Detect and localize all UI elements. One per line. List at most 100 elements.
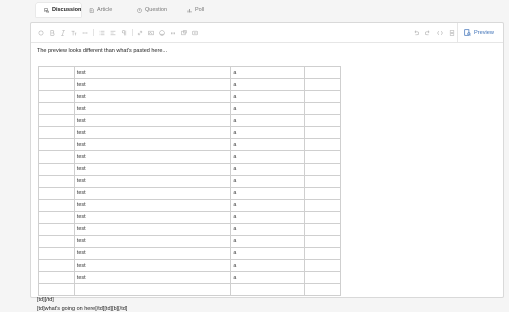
source-code-icon[interactable]: [437, 30, 443, 36]
link-icon[interactable]: [137, 30, 143, 36]
table-cell[interactable]: a: [230, 186, 306, 200]
table-cell[interactable]: [38, 102, 75, 116]
tab-article[interactable]: Article: [81, 3, 129, 17]
table-cell[interactable]: a: [230, 246, 306, 261]
table-cell[interactable]: [38, 174, 75, 188]
table-cell[interactable]: [38, 114, 75, 128]
table-cell[interactable]: [38, 78, 75, 92]
table-cell[interactable]: [38, 234, 75, 248]
table-cell[interactable]: test: [73, 90, 232, 104]
table-cell[interactable]: a: [230, 65, 306, 80]
table-cell[interactable]: a: [230, 234, 306, 248]
undo-icon[interactable]: [413, 30, 419, 36]
table-cell[interactable]: [304, 198, 341, 212]
table-cell[interactable]: [304, 210, 341, 224]
table-cell[interactable]: [304, 126, 341, 140]
table-cell[interactable]: [38, 198, 75, 212]
insert-icon[interactable]: [192, 30, 198, 36]
table-cell[interactable]: [38, 138, 75, 152]
draft-menu-icon[interactable]: [449, 30, 455, 36]
redo-icon[interactable]: [425, 30, 431, 36]
table-cell[interactable]: [304, 234, 341, 248]
table-cell[interactable]: a: [230, 162, 306, 176]
more-text-options-icon[interactable]: [82, 30, 88, 36]
media-icon[interactable]: [181, 29, 187, 36]
table-cell[interactable]: a: [230, 90, 306, 104]
table-cell[interactable]: [230, 283, 306, 297]
bold-icon[interactable]: [49, 29, 55, 36]
table-cell[interactable]: test: [73, 222, 232, 236]
table-cell[interactable]: test: [73, 65, 232, 80]
table-cell[interactable]: [38, 150, 75, 164]
table-cell[interactable]: test: [73, 78, 232, 92]
table-cell[interactable]: a: [230, 210, 306, 224]
table-cell[interactable]: a: [230, 271, 306, 285]
table-cell[interactable]: [304, 174, 341, 188]
table-cell[interactable]: [38, 162, 75, 176]
table-cell[interactable]: a: [230, 198, 306, 212]
table-cell[interactable]: a: [230, 174, 306, 188]
table-cell[interactable]: [38, 258, 75, 273]
table-cell[interactable]: a: [230, 150, 306, 164]
table-cell[interactable]: [38, 65, 75, 80]
image-icon[interactable]: [148, 30, 154, 36]
table-cell[interactable]: [304, 150, 341, 164]
quote-icon[interactable]: [170, 30, 176, 36]
table-cell[interactable]: [304, 186, 341, 200]
table-cell[interactable]: [38, 90, 75, 104]
table-cell[interactable]: test: [73, 186, 232, 200]
table-cell[interactable]: [304, 246, 341, 261]
table-cell[interactable]: [73, 283, 232, 297]
emoji-icon[interactable]: [159, 29, 165, 36]
paragraph-icon[interactable]: [121, 29, 127, 36]
table-cell[interactable]: [304, 102, 341, 116]
table-cell[interactable]: a: [230, 138, 306, 152]
table-cell[interactable]: [304, 258, 341, 273]
table-cell[interactable]: test: [73, 138, 232, 152]
editor-content[interactable]: The preview looks different than what's …: [37, 48, 497, 312]
table-cell[interactable]: a: [230, 222, 306, 236]
table-cell[interactable]: test: [73, 126, 232, 140]
table-cell[interactable]: [304, 138, 341, 152]
table-cell[interactable]: a: [230, 102, 306, 116]
table-cell[interactable]: test: [73, 198, 232, 212]
table-cell[interactable]: [38, 246, 75, 261]
table-cell[interactable]: a: [230, 126, 306, 140]
table-cell[interactable]: a: [230, 114, 306, 128]
table-cell[interactable]: [38, 283, 75, 297]
table-cell[interactable]: [304, 90, 341, 104]
table-cell[interactable]: [38, 186, 75, 200]
table-cell[interactable]: test: [73, 258, 232, 273]
table-cell[interactable]: test: [73, 271, 232, 285]
table-cell[interactable]: a: [230, 258, 306, 273]
preview-button[interactable]: Preview: [457, 23, 503, 43]
table-cell[interactable]: test: [73, 174, 232, 188]
tab-discussion[interactable]: Discussion: [36, 3, 81, 17]
table-cell[interactable]: test: [73, 234, 232, 248]
table-cell[interactable]: [304, 283, 341, 297]
table-cell[interactable]: [304, 162, 341, 176]
table-cell[interactable]: [304, 65, 341, 80]
table-cell[interactable]: [304, 78, 341, 92]
table-cell[interactable]: test: [73, 150, 232, 164]
align-icon[interactable]: [110, 30, 116, 36]
table-cell[interactable]: [304, 271, 341, 285]
table-cell[interactable]: [304, 222, 341, 236]
table-cell[interactable]: test: [73, 114, 232, 128]
table-cell[interactable]: [38, 126, 75, 140]
tab-poll[interactable]: Poll: [179, 3, 219, 17]
clear-formatting-icon[interactable]: [38, 30, 44, 36]
table-cell[interactable]: [38, 271, 75, 285]
italic-icon[interactable]: [60, 29, 66, 36]
text-size-icon[interactable]: [71, 30, 77, 36]
tab-question[interactable]: Question: [129, 3, 179, 17]
list-icon[interactable]: [99, 30, 105, 36]
table-cell[interactable]: a: [230, 78, 306, 92]
table-cell[interactable]: test: [73, 210, 232, 224]
table-cell[interactable]: test: [73, 102, 232, 116]
table-cell[interactable]: [38, 222, 75, 236]
table-cell[interactable]: test: [73, 162, 232, 176]
table-cell[interactable]: [38, 210, 75, 224]
table-cell[interactable]: [304, 114, 341, 128]
table-cell[interactable]: test: [73, 246, 232, 261]
